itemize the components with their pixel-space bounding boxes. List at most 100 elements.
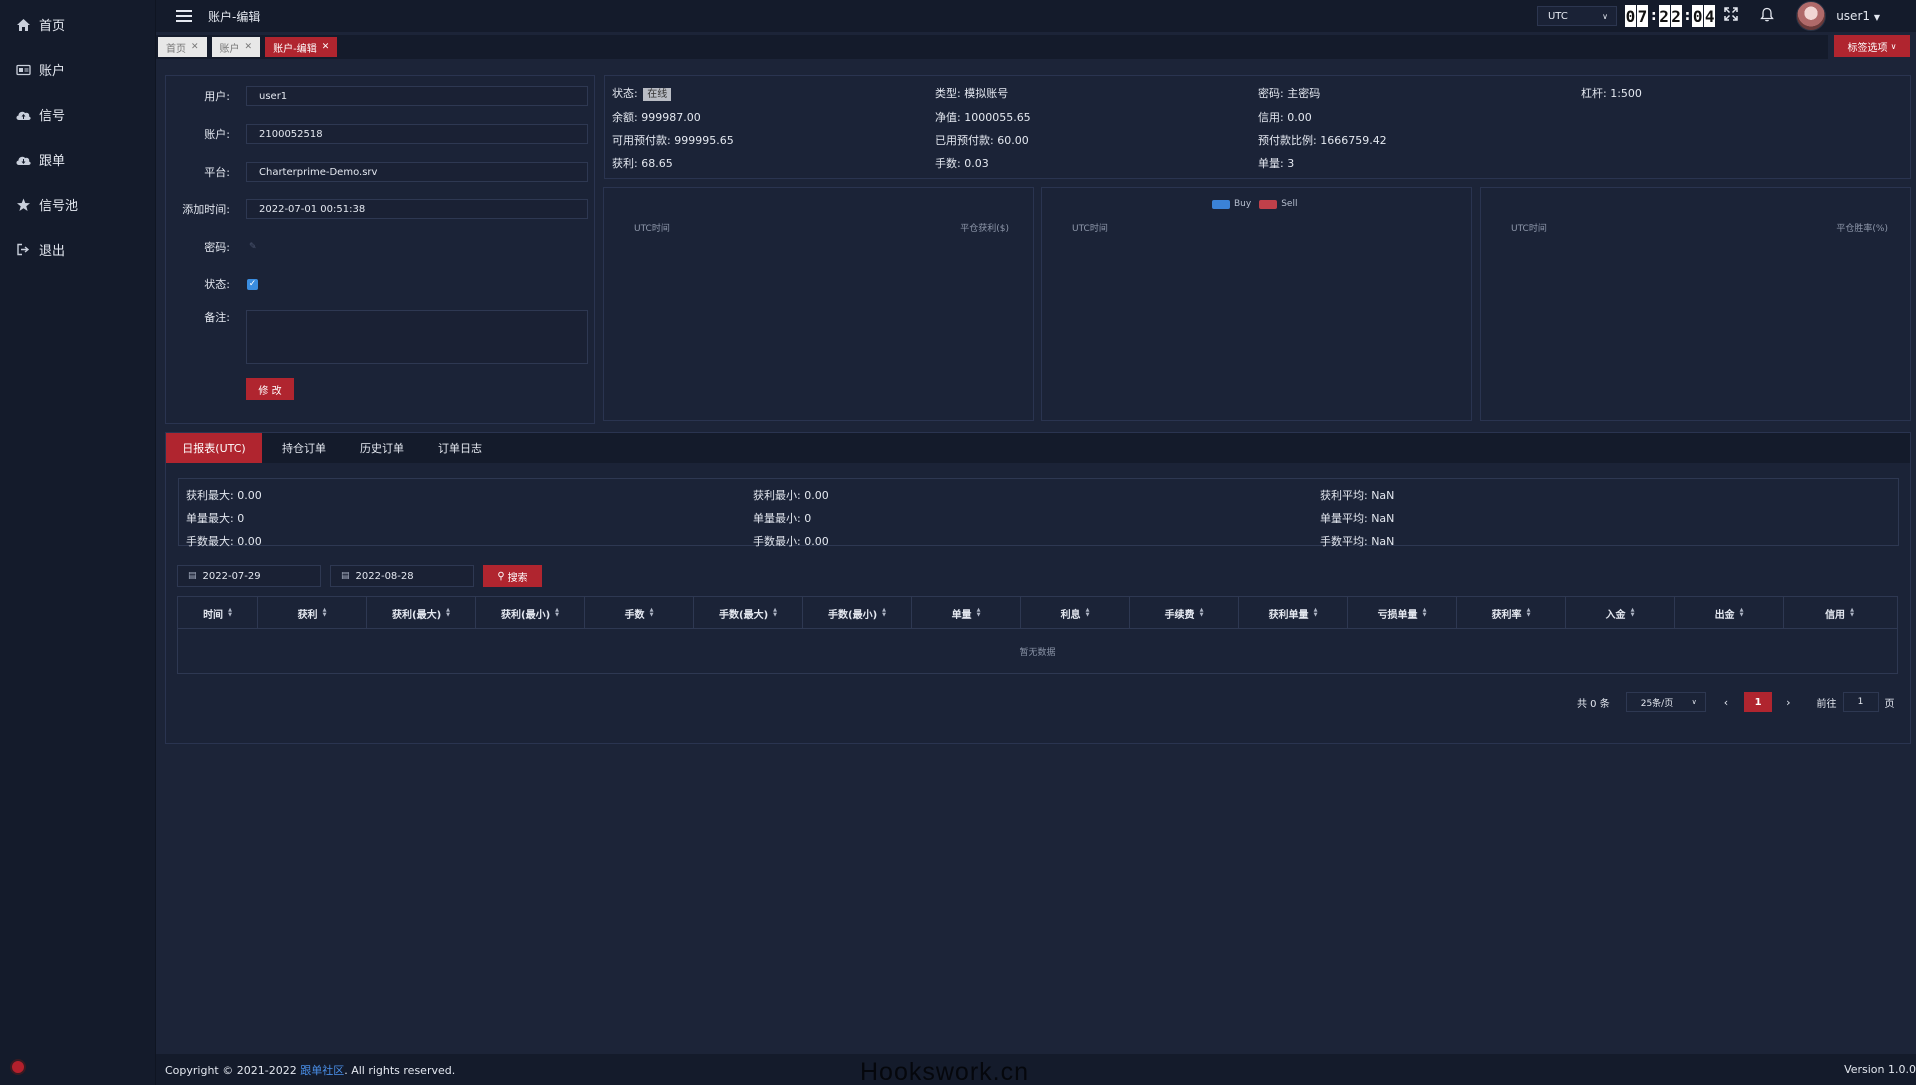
column-header-label: 利息	[1060, 609, 1081, 621]
sort-icon[interactable]: ▲ ▼	[323, 608, 327, 618]
prev-page-icon[interactable]: ‹	[1724, 696, 1728, 709]
notes-textarea[interactable]	[246, 310, 588, 364]
column-header[interactable]: 手数(最小) ▲ ▼	[803, 597, 912, 629]
column-header[interactable]: 信用 ▲ ▼	[1784, 597, 1895, 629]
column-header-label: 单量	[951, 609, 972, 621]
bell-icon[interactable]	[1758, 7, 1776, 26]
menu-toggle-icon[interactable]	[176, 10, 192, 22]
user-name: user1	[1836, 9, 1871, 23]
legend-swatch-buy	[1212, 199, 1230, 209]
community-link[interactable]: 跟单社区	[300, 1064, 344, 1077]
sort-icon[interactable]: ▲ ▼	[1423, 608, 1427, 618]
legend-sell: Sell	[1281, 199, 1298, 209]
date-from-input[interactable]: ▤ 2022-07-29	[177, 565, 321, 587]
tab-options-button[interactable]: 标签选项 ∨	[1834, 35, 1910, 57]
tab-label: 账户	[219, 43, 240, 55]
column-header[interactable]: 单量 ▲ ▼	[912, 597, 1021, 629]
sort-icon[interactable]: ▲ ▼	[1850, 608, 1854, 618]
column-header[interactable]: 时间 ▲ ▼	[178, 597, 258, 629]
sort-icon[interactable]: ▲ ▼	[446, 608, 450, 618]
sidebar-item-logout[interactable]: 退出	[0, 227, 155, 272]
sidebar-item-label: 跟单	[39, 154, 66, 169]
password-toggle-icon[interactable]: ✎	[249, 242, 257, 252]
tab-order-log[interactable]: 订单日志	[426, 433, 494, 463]
tab-open-orders[interactable]: 持仓订单	[270, 433, 338, 463]
avatar[interactable]	[1796, 1, 1827, 31]
column-header[interactable]: 手数 ▲ ▼	[585, 597, 694, 629]
sort-icon[interactable]: ▲ ▼	[650, 608, 654, 618]
legend-buy: Buy	[1234, 199, 1252, 209]
close-icon[interactable]: ✕	[245, 42, 253, 52]
account-form-panel: 用户: user1 账户: 2100052518 平台: Charterprim…	[165, 75, 595, 424]
close-icon[interactable]: ✕	[191, 42, 199, 52]
sort-icon[interactable]: ▲ ▼	[1631, 608, 1635, 618]
pagination: 共 0 条 25条/页 ∨ ‹ 1 › 前往 1 页	[1577, 692, 1895, 712]
account-field[interactable]: 2100052518	[246, 124, 588, 144]
status-dot[interactable]	[10, 1059, 26, 1075]
user-menu[interactable]: user1 ▼	[1836, 9, 1880, 23]
sort-icon[interactable]: ▲ ▼	[882, 608, 886, 618]
tab-accounts[interactable]: 账户 ✕	[211, 37, 261, 57]
sort-icon[interactable]: ▲ ▼	[977, 608, 981, 618]
sidebar-item-signal-pool[interactable]: 信号池	[0, 182, 155, 227]
stat-profit-max: 获利最大: 0.00	[186, 489, 262, 502]
search-button[interactable]: ⚲ 搜索	[483, 565, 542, 587]
tab-account-edit[interactable]: 账户-编辑 ✕	[265, 37, 338, 57]
column-header[interactable]: 获利单量 ▲ ▼	[1239, 597, 1348, 629]
sort-icon[interactable]: ▲ ▼	[773, 608, 777, 618]
column-header[interactable]: 获利率 ▲ ▼	[1457, 597, 1566, 629]
sidebar-item-copytrade[interactable]: 跟单	[0, 137, 155, 182]
tab-history-orders[interactable]: 历史订单	[348, 433, 416, 463]
sort-icon[interactable]: ▲ ▼	[1740, 608, 1744, 618]
sort-icon[interactable]: ▲ ▼	[1200, 608, 1204, 618]
sidebar-item-accounts[interactable]: 账户	[0, 47, 155, 92]
sidebar-item-label: 信号池	[39, 199, 79, 214]
user-field[interactable]: user1	[246, 86, 588, 106]
fullscreen-icon[interactable]	[1722, 7, 1740, 25]
sidebar-item-home[interactable]: 首页	[0, 2, 155, 47]
next-page-icon[interactable]: ›	[1786, 696, 1790, 709]
column-header[interactable]: 手数(最大) ▲ ▼	[694, 597, 803, 629]
sort-icon[interactable]: ▲ ▼	[228, 608, 232, 618]
column-header[interactable]: 获利(最大) ▲ ▼	[367, 597, 476, 629]
password-label: 密码:	[204, 241, 230, 254]
sort-icon[interactable]: ▲ ▼	[555, 608, 559, 618]
column-header[interactable]: 入金 ▲ ▼	[1566, 597, 1675, 629]
lots-info: 手数: 0.03	[935, 157, 989, 170]
stats-box: 获利最大: 0.00 获利最小: 0.00 获利平均: NaN 单量最大: 0 …	[178, 478, 1899, 548]
column-header[interactable]: 亏损单量 ▲ ▼	[1348, 597, 1457, 629]
column-header[interactable]: 手续费 ▲ ▼	[1130, 597, 1239, 629]
column-header[interactable]: 利息 ▲ ▼	[1021, 597, 1130, 629]
cloud-download-icon	[14, 152, 32, 168]
sort-icon[interactable]: ▲ ▼	[1086, 608, 1090, 618]
sidebar-item-label: 退出	[39, 244, 66, 259]
page-1-button[interactable]: 1	[1744, 692, 1773, 712]
stat-orders-min: 单量最小: 0	[753, 512, 812, 525]
column-header[interactable]: 获利(最小) ▲ ▼	[476, 597, 585, 629]
sort-icon[interactable]: ▲ ▼	[1527, 608, 1531, 618]
date-to-input[interactable]: ▤ 2022-08-28	[330, 565, 474, 587]
tab-home[interactable]: 首页 ✕	[158, 37, 207, 57]
column-header[interactable]: 获利 ▲ ▼	[258, 597, 367, 629]
column-header[interactable]: 出金 ▲ ▼	[1675, 597, 1784, 629]
sort-icon[interactable]: ▲ ▼	[1314, 608, 1318, 618]
page-size-select[interactable]: 25条/页 ∨	[1625, 692, 1706, 712]
stat-profit-avg: 获利平均: NaN	[1320, 489, 1395, 502]
tab-daily-report[interactable]: 日报表(UTC)	[166, 433, 262, 463]
legend-swatch-sell	[1259, 199, 1278, 209]
chart-ylabel: 平仓获利($)	[960, 224, 1009, 234]
goto-page-input[interactable]: 1	[1842, 692, 1879, 712]
submit-button[interactable]: 修 改	[246, 378, 294, 400]
tab-label: 首页	[166, 43, 186, 55]
footer: Copyright © 2021-2022 跟单社区. All rights r…	[156, 1054, 1916, 1085]
stat-lots-avg: 手数平均: NaN	[1320, 535, 1395, 548]
chevron-down-icon: ∨	[1602, 11, 1608, 21]
added-time-field[interactable]: 2022-07-01 00:51:38	[246, 199, 588, 219]
platform-field[interactable]: Charterprime-Demo.srv	[246, 162, 588, 182]
equity-info: 净值: 1000055.65	[935, 111, 1031, 124]
close-icon[interactable]: ✕	[322, 42, 330, 52]
timezone-select[interactable]: UTC ∨	[1536, 6, 1617, 26]
status-checkbox[interactable]: ✓	[247, 278, 258, 290]
sidebar: 首页 账户 信号 跟单 信号池 退出	[0, 0, 156, 1085]
sidebar-item-signals[interactable]: 信号	[0, 92, 155, 137]
